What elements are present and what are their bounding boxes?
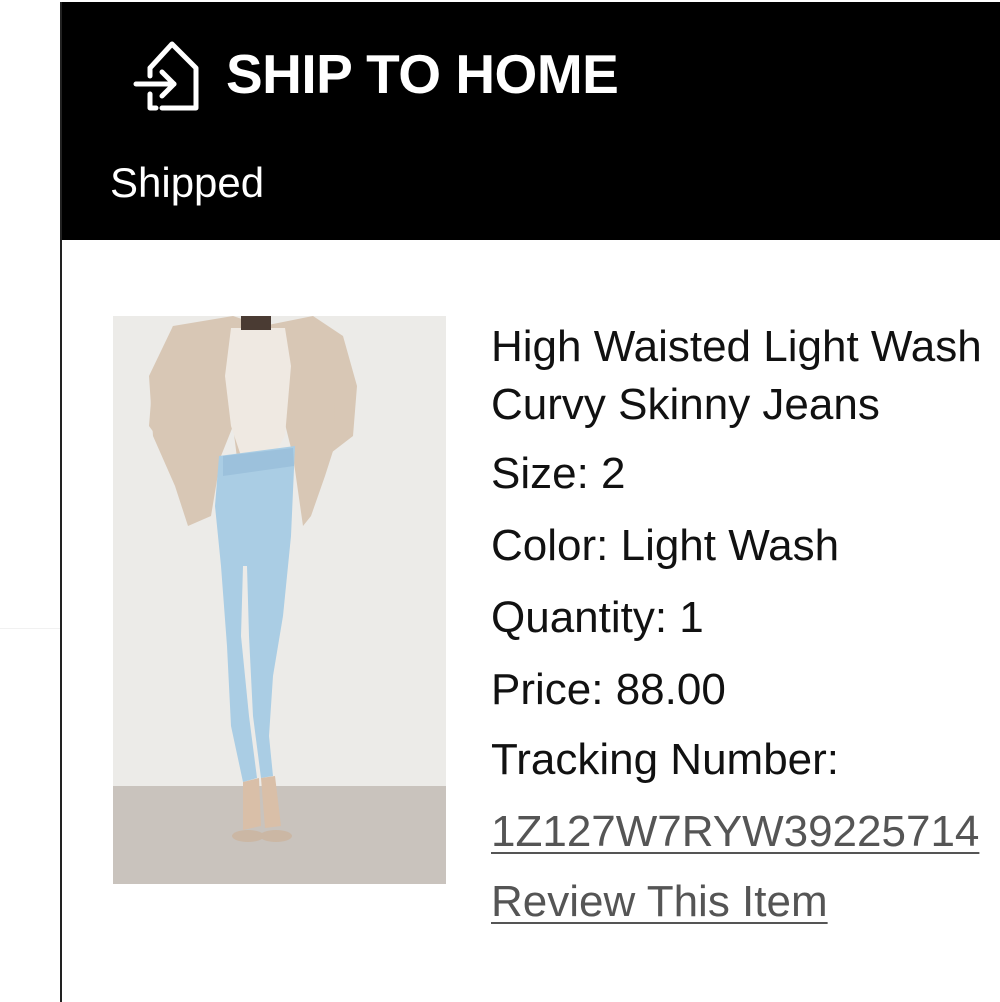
- product-color: Color: Light Wash: [491, 521, 840, 570]
- shipping-header: SHIP TO HOME Shipped: [62, 2, 1000, 240]
- tracking-label: Tracking Number:: [491, 735, 840, 784]
- product-quantity: Quantity: 1: [491, 593, 704, 642]
- product-size: Size: 2: [491, 449, 626, 498]
- tracking-number-link[interactable]: 1Z127W7RYW39225714: [491, 810, 979, 854]
- product-photo: [113, 316, 446, 884]
- shipping-status: Shipped: [110, 159, 265, 206]
- house-arrow-icon: [133, 41, 199, 111]
- shipping-method-row: SHIP TO HOME: [132, 36, 619, 112]
- product-details: High Waisted Light Wash Curvy Skinny Jea…: [491, 318, 1000, 924]
- shipping-method-title: SHIP TO HOME: [226, 42, 619, 105]
- review-item-link[interactable]: Review This Item: [491, 880, 828, 924]
- product-name[interactable]: High Waisted Light Wash Curvy Skinny Jea…: [491, 318, 1000, 434]
- product-price: Price: 88.00: [491, 665, 726, 714]
- product-image[interactable]: [113, 316, 446, 884]
